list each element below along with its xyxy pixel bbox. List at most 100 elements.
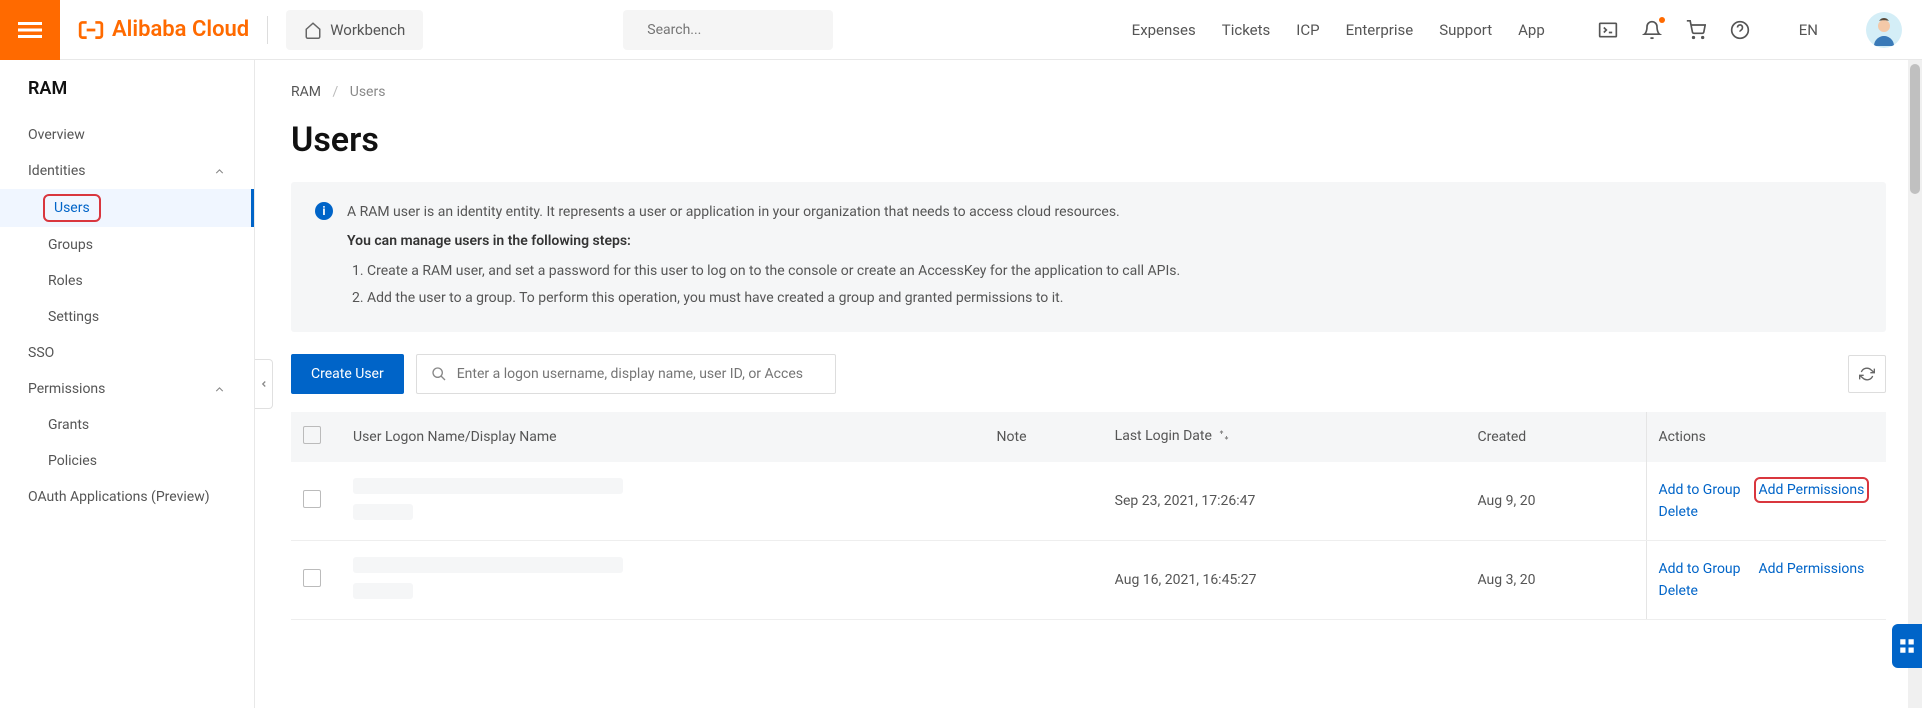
action-add-permissions[interactable]: Add Permissions — [1759, 561, 1865, 577]
menu-toggle[interactable] — [0, 0, 60, 60]
chevron-left-icon — [259, 379, 269, 389]
cell-last-login: Sep 23, 2021, 17:26:47 — [1103, 462, 1466, 541]
cell-actions: Add to Group Add Permissions Delete — [1646, 462, 1886, 541]
sidebar-item-permissions[interactable]: Permissions — [0, 371, 254, 407]
main-content: RAM / Users Users i A RAM user is an ide… — [255, 60, 1922, 708]
nav-icp[interactable]: ICP — [1296, 21, 1319, 39]
sidebar-item-settings[interactable]: Settings — [0, 299, 254, 335]
action-add-permissions[interactable]: Add Permissions — [1759, 482, 1865, 498]
cell-last-login: Aug 16, 2021, 16:45:27 — [1103, 540, 1466, 619]
crumb-sep: / — [332, 84, 338, 100]
sidebar-label: Grants — [48, 417, 89, 433]
nav-enterprise[interactable]: Enterprise — [1346, 21, 1414, 39]
user-avatar[interactable] — [1866, 12, 1902, 48]
cell-name — [341, 462, 985, 541]
refresh-icon — [1859, 366, 1875, 382]
hamburger-icon — [18, 18, 42, 42]
sidebar-label: Roles — [48, 273, 83, 289]
select-all-checkbox[interactable] — [303, 426, 321, 444]
global-search[interactable] — [623, 10, 833, 50]
home-icon — [304, 21, 322, 39]
create-user-button[interactable]: Create User — [291, 354, 404, 394]
sidebar-item-users[interactable]: Users — [0, 189, 254, 227]
info-step-2: Add the user to a group. To perform this… — [367, 285, 1180, 312]
side-fab[interactable] — [1892, 624, 1922, 668]
notification-icon[interactable] — [1641, 19, 1663, 41]
cart-icon[interactable] — [1685, 19, 1707, 41]
alibaba-logo-icon — [78, 17, 104, 43]
action-add-to-group[interactable]: Add to Group — [1659, 482, 1741, 498]
sidebar-label: OAuth Applications (Preview) — [28, 489, 210, 505]
redacted-text — [353, 504, 413, 520]
sidebar-item-policies[interactable]: Policies — [0, 443, 254, 479]
workbench-button[interactable]: Workbench — [286, 10, 423, 50]
info-icon: i — [315, 202, 333, 220]
sidebar-item-roles[interactable]: Roles — [0, 263, 254, 299]
nav-expenses[interactable]: Expenses — [1132, 21, 1196, 39]
brand-logo-text[interactable]: Alibaba Cloud — [78, 17, 249, 43]
col-label: Last Login Date — [1115, 428, 1212, 444]
nav-app[interactable]: App — [1518, 21, 1545, 39]
sidebar-title: RAM — [0, 78, 254, 117]
user-filter[interactable] — [416, 354, 836, 394]
sidebar-item-grants[interactable]: Grants — [0, 407, 254, 443]
sidebar-item-groups[interactable]: Groups — [0, 227, 254, 263]
grid-icon — [1898, 637, 1916, 655]
sort-icon — [1218, 429, 1230, 445]
row-checkbox[interactable] — [303, 490, 321, 508]
action-add-to-group[interactable]: Add to Group — [1659, 561, 1741, 577]
info-text-2: You can manage users in the following st… — [347, 229, 1180, 254]
info-banner: i A RAM user is an identity entity. It r… — [291, 182, 1886, 332]
redacted-text — [353, 557, 623, 573]
redacted-text — [353, 583, 413, 599]
col-actions: Actions — [1646, 412, 1886, 462]
table-row: Aug 16, 2021, 16:45:27Aug 3, 20 Add to Gr… — [291, 540, 1886, 619]
breadcrumb: RAM / Users — [291, 84, 1886, 100]
crumb-root[interactable]: RAM — [291, 84, 321, 100]
table-row: Sep 23, 2021, 17:26:47Aug 9, 20Add to Gr… — [291, 462, 1886, 541]
nav-support[interactable]: Support — [1439, 21, 1492, 39]
col-created[interactable]: Created — [1466, 412, 1647, 462]
cell-note — [985, 462, 1103, 541]
scrollbar-track[interactable] — [1908, 60, 1922, 708]
divider — [267, 16, 268, 44]
cell-note — [985, 540, 1103, 619]
help-icon[interactable] — [1729, 19, 1751, 41]
sidebar-label: Users — [48, 199, 96, 217]
sidebar-label: Policies — [48, 453, 97, 469]
sidebar-collapse[interactable] — [255, 359, 273, 409]
sidebar-item-oauth[interactable]: OAuth Applications (Preview) — [0, 479, 254, 515]
row-checkbox[interactable] — [303, 569, 321, 587]
brand-text: Alibaba Cloud — [112, 17, 249, 42]
chevron-up-icon — [213, 383, 226, 396]
notification-dot — [1659, 17, 1665, 23]
info-text-1: A RAM user is an identity entity. It rep… — [347, 200, 1180, 225]
sidebar: RAM Overview Identities Users Groups Rol… — [0, 60, 255, 708]
refresh-button[interactable] — [1848, 355, 1886, 393]
sidebar-item-sso[interactable]: SSO — [0, 335, 254, 371]
nav-tickets[interactable]: Tickets — [1222, 21, 1271, 39]
sidebar-label: Permissions — [28, 381, 105, 397]
col-last-login[interactable]: Last Login Date — [1103, 412, 1466, 462]
workbench-label: Workbench — [330, 21, 405, 39]
sidebar-label: SSO — [28, 345, 54, 361]
search-icon — [431, 366, 447, 382]
col-name[interactable]: User Logon Name/Display Name — [341, 412, 985, 462]
avatar-icon — [1866, 12, 1902, 48]
search-input[interactable] — [647, 22, 825, 38]
cell-created: Aug 3, 20 — [1466, 540, 1647, 619]
sidebar-item-overview[interactable]: Overview — [0, 117, 254, 153]
language-switch[interactable]: EN — [1799, 21, 1818, 39]
info-step-1: Create a RAM user, and set a password fo… — [367, 258, 1180, 285]
chevron-up-icon — [213, 165, 226, 178]
scrollbar-thumb[interactable] — [1910, 64, 1920, 194]
sidebar-label: Settings — [48, 309, 99, 325]
cloudshell-icon[interactable] — [1597, 19, 1619, 41]
filter-input[interactable] — [457, 366, 821, 382]
sidebar-item-identities[interactable]: Identities — [0, 153, 254, 189]
action-delete[interactable]: Delete — [1659, 583, 1698, 599]
users-table: User Logon Name/Display Name Note Last L… — [291, 412, 1886, 620]
col-note[interactable]: Note — [985, 412, 1103, 462]
action-delete[interactable]: Delete — [1659, 504, 1698, 520]
redacted-text — [353, 478, 623, 494]
